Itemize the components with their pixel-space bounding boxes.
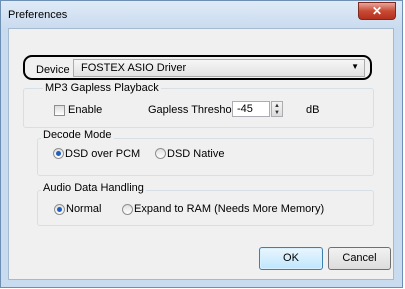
close-icon: ✕ xyxy=(371,4,383,18)
enable-checkbox[interactable] xyxy=(54,105,65,116)
audio-radio-expand-to-ram[interactable] xyxy=(122,204,133,215)
gapless-threshold-spinner[interactable]: ▲ ▼ xyxy=(271,101,283,117)
enable-label: Enable xyxy=(68,104,103,116)
mp3-gapless-legend: MP3 Gapless Playback xyxy=(43,82,161,94)
decode-radio-dsd-over-pcm[interactable] xyxy=(53,148,64,159)
spin-up-icon[interactable]: ▲ xyxy=(274,103,280,109)
decode-option-dsd-over-pcm: DSD over PCM xyxy=(65,148,141,160)
gapless-threshold-value: -45 xyxy=(237,103,253,115)
device-select[interactable]: FOSTEX ASIO Driver ▼ xyxy=(73,59,365,77)
ok-button[interactable]: OK xyxy=(259,247,323,270)
decode-mode-legend: Decode Mode xyxy=(41,129,114,141)
audio-radio-normal[interactable] xyxy=(54,204,65,215)
audio-option-normal: Normal xyxy=(66,203,102,215)
device-select-value: FOSTEX ASIO Driver xyxy=(81,62,187,74)
cancel-button[interactable]: Cancel xyxy=(328,247,391,270)
title-bar: Preferences ✕ xyxy=(1,1,402,29)
device-label: Device xyxy=(36,64,70,76)
unit-label: dB xyxy=(306,104,320,116)
audio-data-handling-legend: Audio Data Handling xyxy=(41,182,146,194)
audio-option-expand-to-ram: Expand to RAM (Needs More Memory) xyxy=(134,203,325,215)
chevron-down-icon: ▼ xyxy=(351,62,359,71)
spin-down-icon[interactable]: ▼ xyxy=(274,110,280,116)
close-button[interactable]: ✕ xyxy=(358,2,396,20)
gapless-threshold-label: Gapless Threshold xyxy=(148,104,241,116)
window-title: Preferences xyxy=(8,9,68,21)
decode-radio-dsd-native[interactable] xyxy=(155,148,166,159)
decode-option-dsd-native: DSD Native xyxy=(167,148,225,160)
gapless-threshold-input[interactable]: -45 xyxy=(232,101,270,117)
